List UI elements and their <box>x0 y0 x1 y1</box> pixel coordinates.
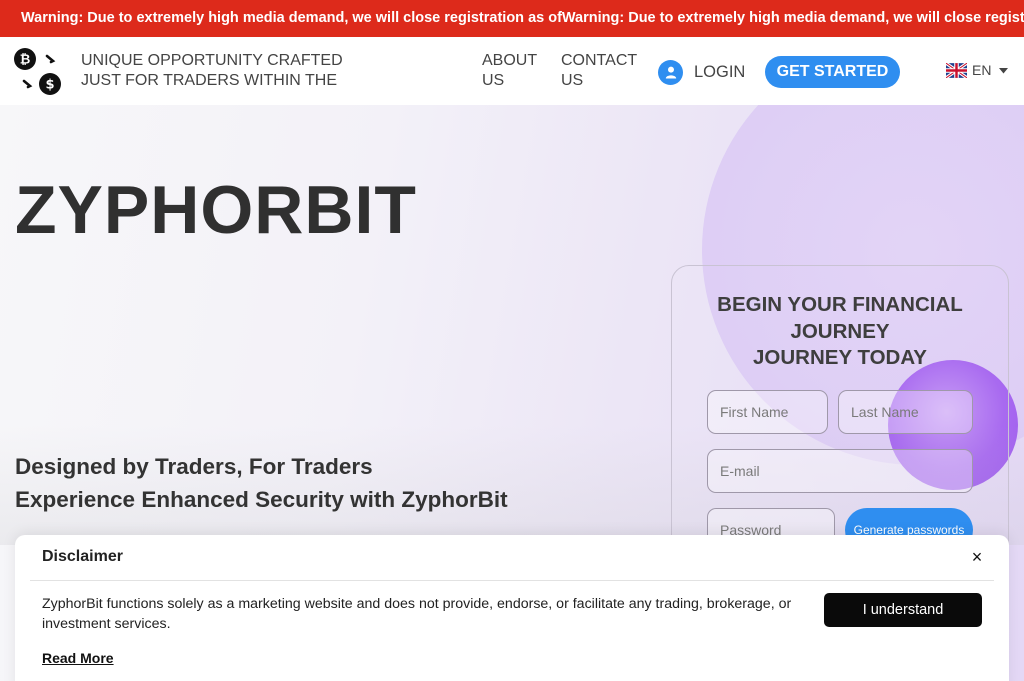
svg-text:₿: ₿ <box>20 53 31 68</box>
read-more-link[interactable]: Read More <box>42 650 114 666</box>
first-name-field[interactable] <box>707 390 828 434</box>
brand-title: ZYPHORBIT <box>15 172 417 248</box>
user-icon <box>658 59 683 85</box>
nav-contact-us[interactable]: CONTACT US <box>561 51 641 91</box>
disclaimer-body: ZyphorBit functions solely as a marketin… <box>42 596 792 632</box>
get-started-button[interactable]: GET STARTED <box>765 56 900 88</box>
divider <box>30 580 994 581</box>
hero-subtitle-1: Designed by Traders, For Traders <box>15 454 373 479</box>
svg-text:$: $ <box>45 78 54 93</box>
email-field[interactable] <box>707 449 973 493</box>
login-label: LOGIN <box>694 62 746 81</box>
form-title: BEGIN YOUR FINANCIAL JOURNEY JOURNEY TOD… <box>672 292 1008 372</box>
header-tagline: UNIQUE OPPORTUNITY CRAFTED JUST FOR TRAD… <box>81 52 343 89</box>
last-name-field[interactable] <box>838 390 973 434</box>
form-title-line-1: BEGIN YOUR FINANCIAL JOURNEY <box>717 293 963 343</box>
chevron-down-icon <box>999 61 1009 79</box>
i-understand-button[interactable]: I understand <box>824 593 982 627</box>
warning-banner: Warning: Due to extremely high media dem… <box>0 0 1024 37</box>
hero-subtitle-2: Experience Enhanced Security with Zyphor… <box>15 487 508 512</box>
disclaimer-title: Disclaimer <box>42 548 123 565</box>
disclaimer-banner: Disclaimer × ZyphorBit functions solely … <box>15 535 1009 681</box>
site-header: ₿ $ UNIQUE OPPORTUNITY CRAFTED JUST FOR … <box>0 37 1024 105</box>
login-link[interactable]: LOGIN <box>658 59 745 85</box>
form-title-line-2: JOURNEY TODAY <box>753 346 927 369</box>
nav-about-us[interactable]: ABOUT US <box>482 51 542 91</box>
language-selector[interactable]: EN <box>945 61 1009 79</box>
close-icon[interactable]: × <box>969 548 985 566</box>
bitcoin-dollar-exchange-icon[interactable]: ₿ $ <box>14 48 62 96</box>
warning-text: Warning: Due to extremely high media dem… <box>21 10 1024 26</box>
uk-flag-icon <box>945 61 968 79</box>
language-code: EN <box>972 62 992 78</box>
